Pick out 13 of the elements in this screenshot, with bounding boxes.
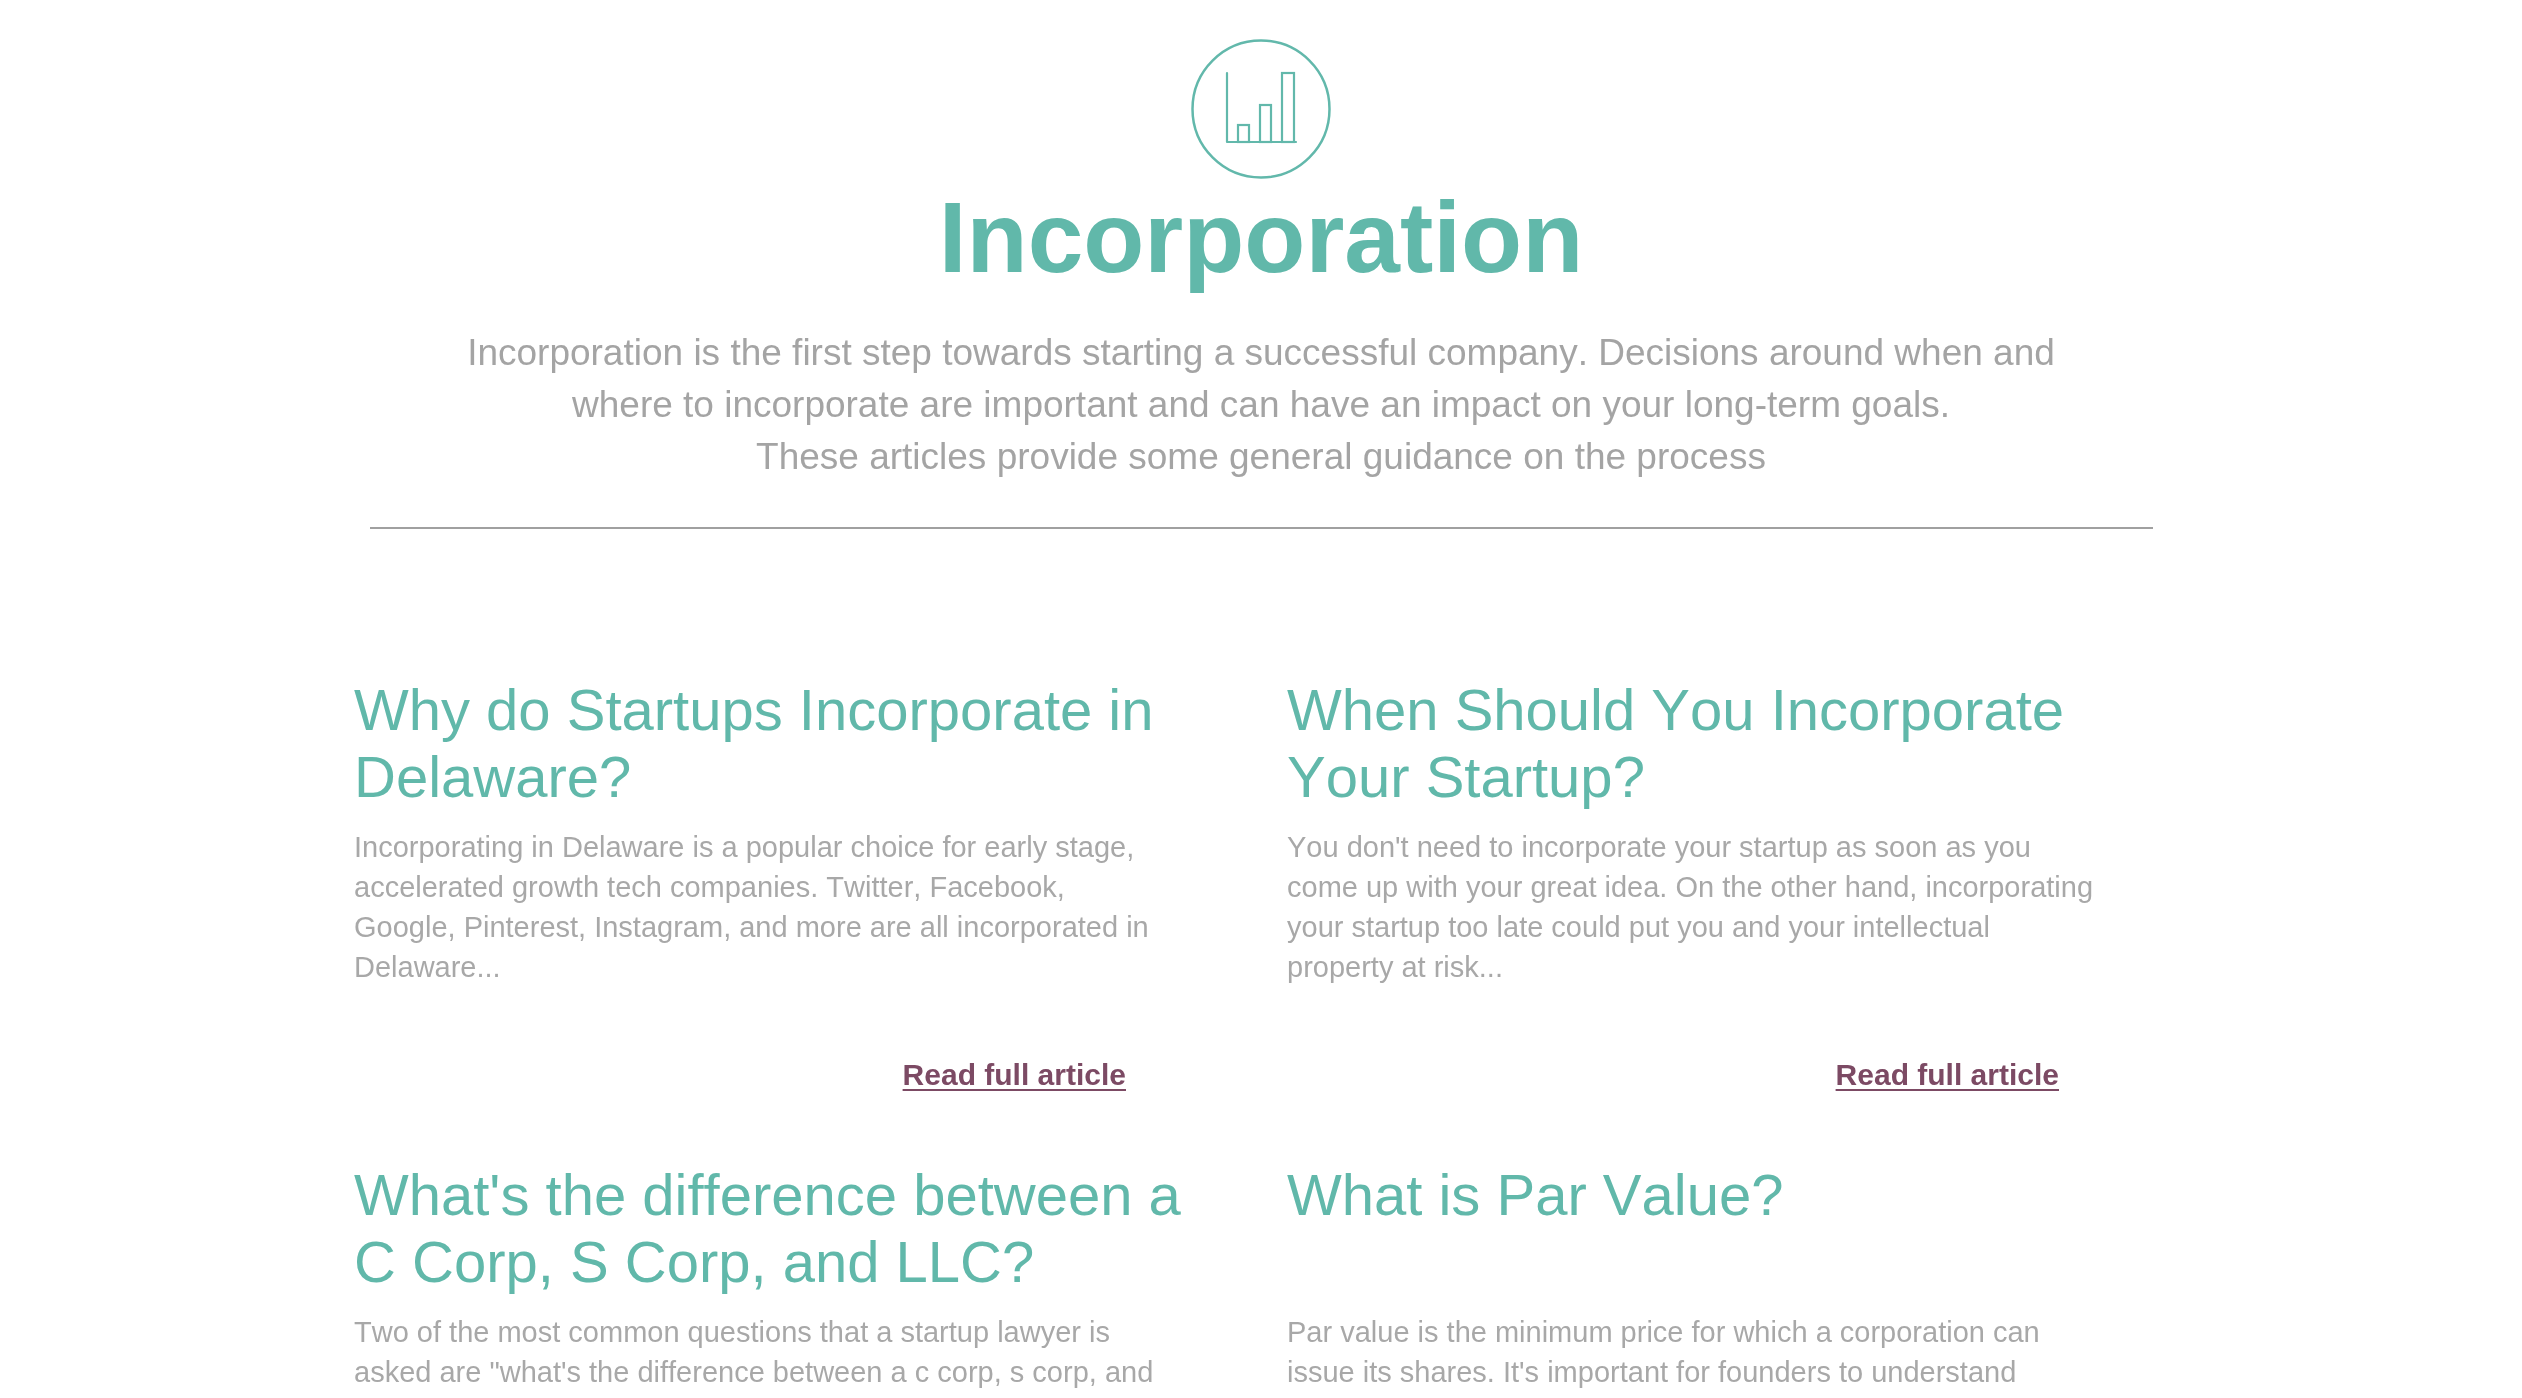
article-title: When Should You Incorporate Your Startup?: [1287, 676, 2066, 810]
article-title: What is Par Value?: [1287, 1161, 1785, 1229]
bar-chart-icon: [1191, 39, 1331, 179]
article-title: What's the difference between a C Corp, S Corp, and LLC?: [354, 1161, 1182, 1295]
article-excerpt: You don't need to incorporate your startup as soon as you come up with your great idea. On the other hand, incorporating your startup too late could put you and your intellectual property at risk...: [1287, 830, 2095, 985]
read-full-article-link[interactable]: Read full article: [1835, 1055, 2059, 1095]
intro-text: Incorporation is the first step towards starting a successful company. Decisions around when and where to incorporate are important and can have an impact on your long-term goals. These articles provide some general guidance on the process: [466, 331, 2056, 479]
article-excerpt: Two of the most common questions that a startup lawyer is asked are "what's the difference between a c corp, s corp, and: [354, 1315, 1155, 1390]
article-excerpt: Par value is the minimum price for which a corporation can issue its shares. It's important for founders to understand: [1287, 1315, 2041, 1390]
article-title: Why do Startups Incorporate in Delaware?: [354, 676, 1155, 810]
article-excerpt: Incorporating in Delaware is a popular choice for early stage, accelerated growth tech companies. Twitter, Facebook, Google, Pinterest, Instagram, and more are all incorporated in Delaware...: [354, 830, 1150, 985]
read-full-article-link[interactable]: Read full article: [902, 1055, 1126, 1095]
page-title: Incorporation: [937, 180, 1585, 295]
